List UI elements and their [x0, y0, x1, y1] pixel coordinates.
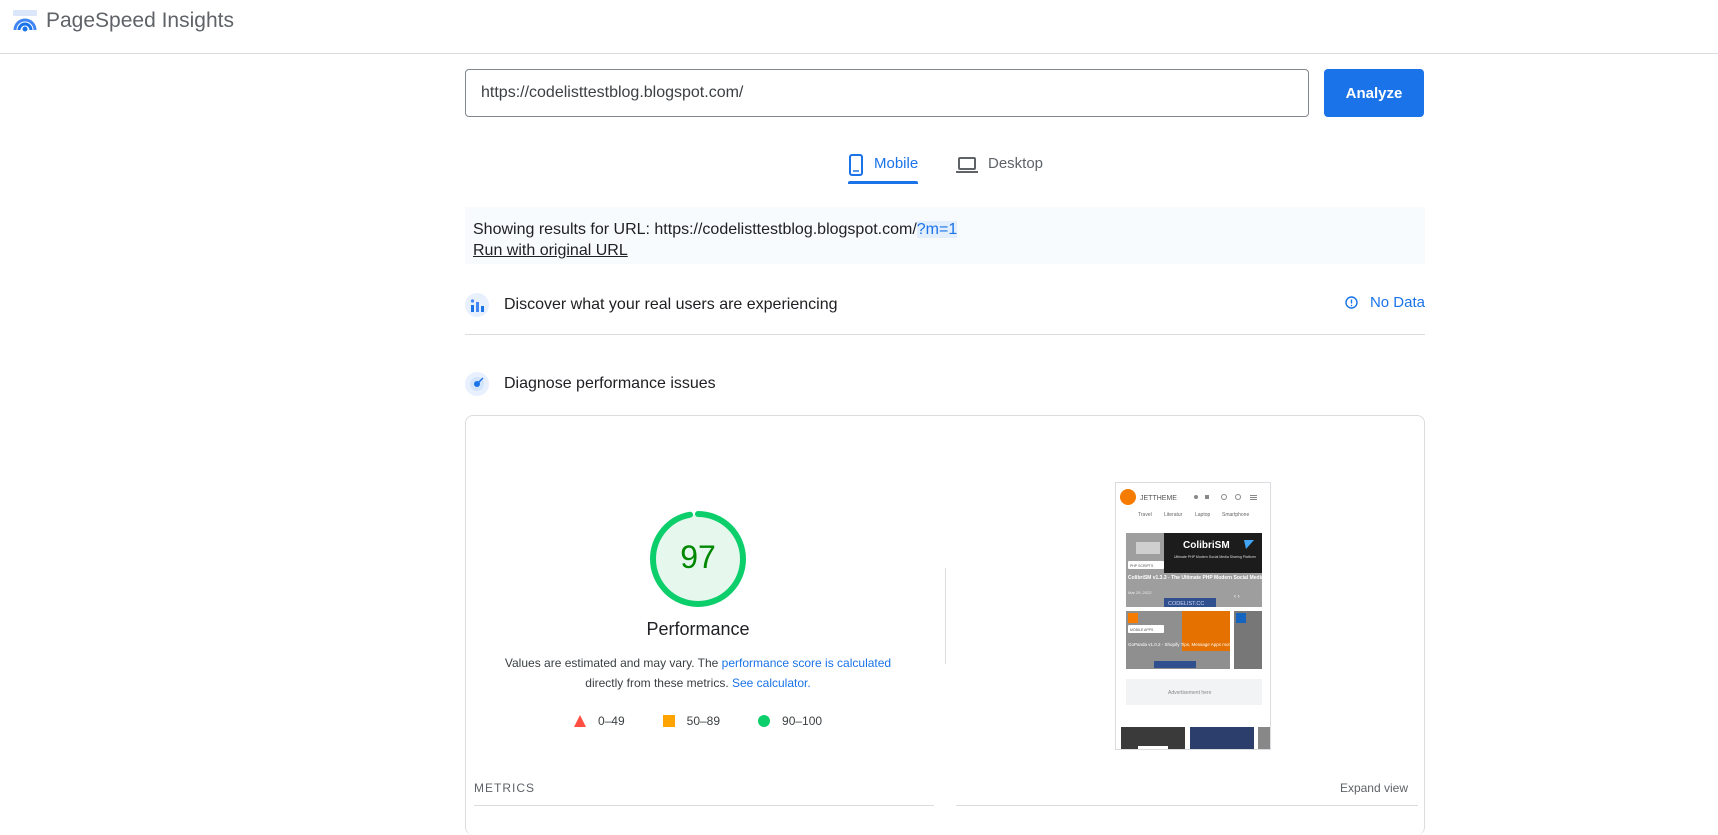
tab-mobile[interactable]: Mobile	[848, 146, 919, 184]
field-data-section: Discover what your real users are experi…	[465, 290, 1425, 320]
info-icon	[1345, 296, 1358, 309]
shot-nav-2: Laptop	[1195, 512, 1211, 518]
tab-desktop[interactable]: Desktop	[956, 146, 1043, 184]
legend-pass-label: 90–100	[782, 714, 823, 728]
note-mid: directly from these metrics.	[585, 676, 732, 690]
shot-ad-text: Advertisement here	[1168, 690, 1212, 696]
legend-fail-label: 0–49	[597, 714, 625, 728]
result-url-param: ?m=1	[916, 221, 958, 238]
logo[interactable]: PageSpeed Insights	[12, 8, 234, 34]
shot-card-tag: MOBILE APPS	[1130, 628, 1154, 632]
top-bar: PageSpeed Insights	[0, 0, 1718, 54]
performance-note: Values are estimated and may vary. The p…	[466, 653, 930, 693]
shot-hero-date: Mar 25, 2022	[1128, 590, 1152, 595]
phone-icon	[849, 154, 863, 176]
app-title: PageSpeed Insights	[46, 9, 234, 32]
expand-view-button[interactable]: Expand view	[1340, 781, 1408, 795]
page-screenshot: JETTHEME Travel Literatur Laptop Smartph…	[1115, 482, 1271, 750]
shot-nav-3: Smartphone	[1222, 512, 1249, 518]
square-icon	[662, 715, 675, 727]
note-prefix: Values are estimated and may vary. The	[504, 656, 722, 670]
pagespeed-logo-icon	[13, 10, 37, 32]
svg-text:‹ ›: ‹ ›	[1234, 594, 1240, 600]
shot-card-caption: GoPanda v1.0.2 - Shopify Tips, Message A…	[1128, 642, 1236, 647]
no-data-status[interactable]: No Data	[1345, 294, 1425, 311]
result-url-prefix: Showing results for URL: https://codelis…	[473, 221, 917, 238]
users-chart-icon	[465, 293, 489, 317]
score-legend: 0–49 50–89 90–100	[466, 714, 930, 728]
shot-hero-sub: Ultimate PHP Modern Social Media Sharing…	[1174, 555, 1256, 559]
legend-average: 50–89	[662, 714, 721, 728]
analyze-button[interactable]: Analyze	[1324, 69, 1424, 117]
url-input[interactable]: https://codelisttestblog.blogspot.com/	[465, 69, 1309, 117]
card-vertical-divider	[945, 568, 946, 664]
diagnose-title: Diagnose performance issues	[504, 375, 716, 392]
lab-radar-icon	[465, 372, 489, 396]
tab-mobile-label: Mobile	[874, 154, 919, 172]
shot-nav-1: Literatur	[1164, 512, 1183, 518]
legend-pass: 90–100	[758, 714, 822, 728]
legend-average-label: 50–89	[686, 714, 721, 728]
performance-card: 97 Performance Values are estimated and …	[465, 415, 1425, 835]
shot-brand: JETTHEME	[1140, 495, 1177, 502]
score-calculated-link[interactable]: performance score is calculated	[722, 656, 891, 670]
shot-hero-tag: PHP SCRIPTS	[1130, 564, 1154, 568]
shot-hero-title: ColibriSM	[1183, 540, 1230, 551]
field-data-title: Discover what your real users are experi…	[504, 296, 838, 313]
metrics-heading: METRICS	[474, 781, 535, 795]
no-data-label: No Data	[1369, 294, 1425, 311]
shot-watermark: CODELIST.CC	[1168, 601, 1204, 607]
diagnose-section: Diagnose performance issues	[465, 369, 1425, 399]
triangle-icon	[573, 715, 586, 727]
section-divider	[465, 334, 1425, 335]
result-url-notice: Showing results for URL: https://codelis…	[465, 207, 1425, 264]
shot-hero-caption: ColibriSM v1.3.3 - The Ultimate PHP Mode…	[1128, 575, 1269, 581]
tab-desktop-label: Desktop	[988, 154, 1044, 172]
metrics-divider-right	[956, 805, 1418, 806]
performance-score: 97	[680, 539, 716, 575]
see-calculator-link[interactable]: See calculator.	[732, 676, 811, 690]
page-screenshot-image: JETTHEME Travel Literatur Laptop Smartph…	[1120, 489, 1270, 749]
legend-fail: 0–49	[573, 714, 625, 728]
circle-icon	[758, 715, 771, 727]
run-original-url-link[interactable]: Run with original URL	[473, 240, 1417, 261]
performance-label: Performance	[646, 619, 750, 639]
shot-nav-0: Travel	[1138, 512, 1152, 518]
laptop-icon	[956, 157, 978, 173]
metrics-divider-left	[474, 805, 934, 806]
url-input-value: https://codelisttestblog.blogspot.com/	[481, 84, 744, 101]
